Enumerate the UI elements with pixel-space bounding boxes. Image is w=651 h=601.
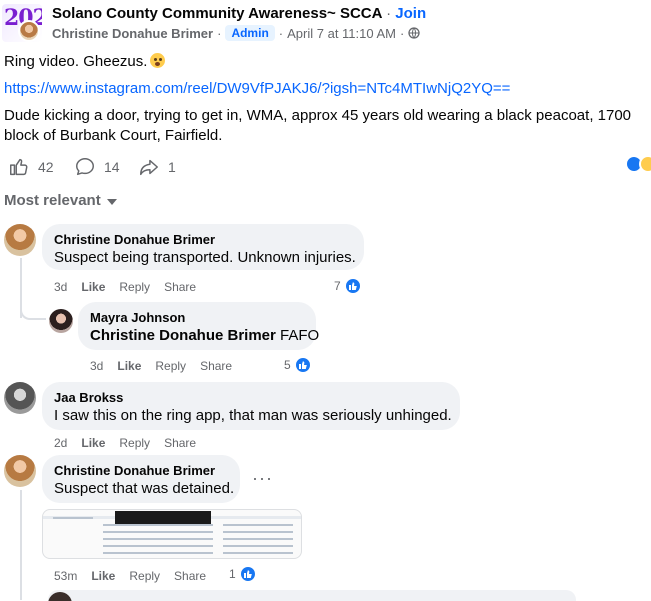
avatar[interactable] (49, 309, 73, 333)
comment-reply-button[interactable]: Reply (129, 569, 160, 583)
comment-image-attachment[interactable] (42, 509, 302, 559)
thread-line (20, 490, 22, 600)
sheet-row (223, 524, 293, 526)
comment-actions: 53m Like Reply Share (54, 569, 220, 583)
avatar[interactable] (4, 455, 36, 487)
separator-dot: · (217, 25, 222, 41)
comment-reply-button[interactable]: Reply (155, 359, 186, 373)
comment-share-button[interactable]: Share (164, 280, 196, 294)
sheet-row (103, 531, 213, 533)
commenter-name[interactable]: Jaa Brokss (54, 390, 448, 406)
globe-icon[interactable] (408, 27, 420, 39)
comment-text: Suspect being transported. Unknown injur… (54, 249, 356, 266)
instagram-link[interactable]: https://www.instagram.com/reel/DW9VfPJAK… (4, 79, 510, 99)
comment-reaction-count[interactable]: 1 (229, 565, 257, 583)
reaction-count: 7 (334, 279, 341, 293)
reaction-count: 1 (229, 567, 236, 581)
sheet-row (103, 552, 213, 554)
redaction-bar (115, 511, 211, 525)
sheet-row (103, 524, 213, 526)
comment-bubble: Christine Donahue Brimer Suspect being t… (42, 224, 364, 270)
post-text: Ring video. Gheezus. (4, 53, 148, 70)
comment-like-button[interactable]: Like (81, 436, 105, 450)
join-button[interactable]: Join (395, 5, 426, 22)
comment-share-button[interactable]: Share (164, 436, 196, 450)
comment-text: Suspect that was detained. (54, 480, 235, 497)
group-name-link[interactable]: Solano County Community Awareness~ SCCA (52, 5, 382, 22)
reply-text: FAFO (275, 327, 320, 344)
commenter-name[interactable]: Christine Donahue Brimer (54, 232, 352, 248)
comment-text: I saw this on the ring app, that man was… (54, 407, 452, 424)
sort-label: Most relevant (4, 192, 101, 209)
comment-time[interactable]: 3d (90, 359, 103, 373)
comment-button[interactable]: 14 (74, 156, 120, 178)
like-button[interactable]: 42 (8, 156, 54, 178)
author-name[interactable]: Christine Donahue Brimer (52, 26, 213, 41)
post-meta: Christine Donahue Brimer · Admin · April… (52, 25, 420, 41)
group-title: Solano County Community Awareness~ SCCA … (52, 5, 426, 22)
sheet-row (223, 531, 293, 533)
author-avatar-mini (18, 20, 40, 42)
post-timestamp[interactable]: April 7 at 11:10 AM (287, 26, 396, 41)
comment-time[interactable]: 2d (54, 436, 67, 450)
commenter-name[interactable]: Christine Donahue Brimer (54, 463, 228, 479)
comment-bubble-icon (76, 158, 94, 176)
next-comment-bubble (48, 590, 576, 601)
post-description: Dude kicking a door, trying to get in, W… (4, 107, 632, 144)
separator-dot: · (386, 5, 392, 22)
flushed-emoji-icon (150, 53, 166, 68)
mention-tag[interactable]: Christine Donahue Brimer (90, 327, 276, 344)
share-button[interactable]: 1 (138, 156, 176, 178)
share-arrow-icon (140, 159, 158, 176)
post-reactions-summary[interactable] (625, 155, 651, 175)
thread-connector (20, 296, 46, 320)
avatar[interactable] (4, 224, 36, 256)
comment-reaction-count[interactable]: 5 (284, 356, 312, 374)
like-reaction-icon (293, 356, 312, 374)
post-actions-bar: 42 14 1 (0, 152, 651, 182)
sheet-row (223, 545, 293, 547)
comment-sort-dropdown[interactable]: Most relevant (4, 192, 117, 209)
comment-bubble: Mayra Johnson Christine Donahue Brimer F… (78, 302, 319, 350)
comment-time[interactable]: 3d (54, 280, 67, 294)
comment-count: 14 (104, 159, 120, 175)
comment-like-button[interactable]: Like (91, 569, 115, 583)
post-header: 202 Solano County Community Awareness~ S… (0, 0, 651, 46)
sheet-row (223, 552, 293, 554)
sheet-row (223, 538, 293, 540)
comment-actions: 2d Like Reply Share (54, 436, 210, 450)
like-reaction-icon (343, 277, 362, 295)
avatar[interactable] (4, 382, 36, 414)
more-options-icon[interactable]: ··· (252, 468, 273, 489)
comment-share-button[interactable]: Share (200, 359, 232, 373)
sheet-row (103, 538, 213, 540)
comment-bubble: Jaa Brokss I saw this on the ring app, t… (42, 382, 460, 430)
comment-time[interactable]: 53m (54, 569, 77, 583)
share-count: 1 (168, 159, 176, 175)
like-count: 42 (38, 159, 54, 175)
commenter-name[interactable]: Mayra Johnson (90, 310, 304, 326)
thumbs-up-icon (10, 158, 28, 176)
comment-bubble: Christine Donahue Brimer Suspect that wa… (42, 455, 240, 503)
comment-actions: 3d Like Reply Share (54, 280, 210, 294)
sheet-row (103, 545, 213, 547)
group-avatar[interactable]: 202 (2, 4, 42, 42)
comment-like-button[interactable]: Like (81, 280, 105, 294)
comment-actions: 3d Like Reply Share (90, 359, 246, 373)
separator-dot: · (400, 25, 405, 41)
reaction-count: 5 (284, 358, 291, 372)
wow-reaction-icon (639, 155, 651, 173)
admin-badge: Admin (225, 25, 275, 41)
separator-dot: · (278, 25, 284, 41)
like-reaction-icon (238, 565, 257, 583)
sheet-row (53, 517, 93, 519)
comment-reply-button[interactable]: Reply (119, 436, 150, 450)
comment-share-button[interactable]: Share (174, 569, 206, 583)
comment-reaction-count[interactable]: 7 (334, 277, 362, 295)
post-text-line: Ring video. Gheezus. (4, 52, 166, 72)
chevron-down-icon (106, 199, 117, 205)
comment-like-button[interactable]: Like (117, 359, 141, 373)
comment-text: Christine Donahue Brimer FAFO (90, 326, 319, 346)
comment-reply-button[interactable]: Reply (119, 280, 150, 294)
